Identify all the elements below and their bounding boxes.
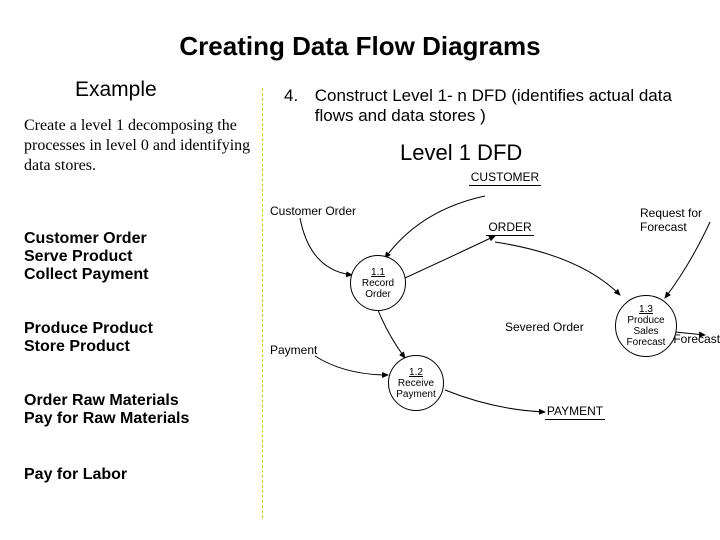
step-number: 4.: [284, 86, 310, 106]
process-item: Customer Order: [24, 230, 148, 248]
process-1-2: 1.2 Receive Payment: [388, 355, 444, 411]
process-item: Pay for Raw Materials: [24, 410, 189, 428]
process-1-3-id: 1.3: [639, 304, 653, 315]
ds-order-label: ORDER: [486, 221, 533, 236]
process-1-3: 1.3 Produce Sales Forecast: [615, 295, 677, 357]
process-block-2: Produce Product Store Product: [24, 320, 153, 356]
process-item: Pay for Labor: [24, 466, 127, 484]
ds-customer-label: CUSTOMER: [469, 171, 541, 186]
flow-severed-order: Severed Order: [505, 320, 584, 334]
process-1-2-id: 1.2: [409, 367, 423, 378]
column-divider: [262, 88, 263, 518]
flow-request-forecast: Request for Forecast: [640, 206, 720, 234]
datastore-order: ORDER: [465, 220, 555, 236]
process-item: Serve Product: [24, 248, 148, 266]
process-item: Collect Payment: [24, 266, 148, 284]
process-block-4: Pay for Labor: [24, 466, 127, 484]
datastore-payment: PAYMENT: [530, 404, 620, 420]
process-item: Store Product: [24, 338, 153, 356]
dfd-diagram: Customer Order Payment Severed Order Req…: [270, 160, 720, 500]
process-1-2-name: Receive Payment: [389, 378, 443, 400]
flow-payment: Payment: [270, 343, 317, 357]
page-title: Creating Data Flow Diagrams: [0, 31, 720, 62]
ds-payment-label: PAYMENT: [545, 405, 605, 420]
step-text: Construct Level 1- n DFD (identifies act…: [315, 86, 695, 126]
datastore-customer: CUSTOMER: [460, 170, 550, 186]
process-1-3-name: Produce Sales Forecast: [616, 315, 676, 348]
process-1-1-name: Record Order: [351, 278, 405, 300]
process-item: Order Raw Materials: [24, 392, 189, 410]
flow-customer-order: Customer Order: [270, 204, 356, 218]
step-label: 4. Construct Level 1- n DFD (identifies …: [284, 86, 704, 126]
process-1-1: 1.1 Record Order: [350, 255, 406, 311]
process-block-3: Order Raw Materials Pay for Raw Material…: [24, 392, 189, 428]
example-heading: Example: [75, 78, 157, 102]
process-item: Produce Product: [24, 320, 153, 338]
example-description: Create a level 1 decomposing the process…: [24, 116, 254, 176]
process-block-1: Customer Order Serve Product Collect Pay…: [24, 230, 148, 284]
process-1-1-id: 1.1: [371, 267, 385, 278]
